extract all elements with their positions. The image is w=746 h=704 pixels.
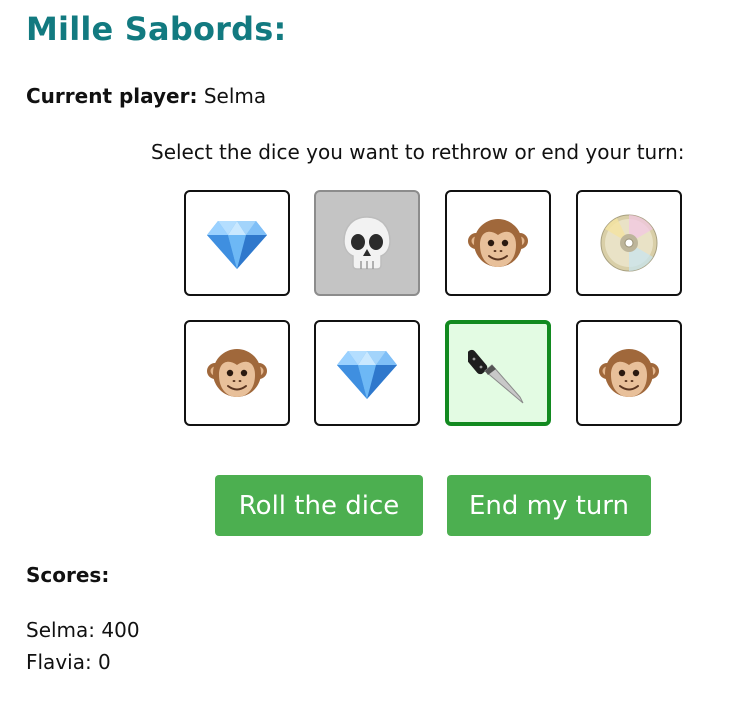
monkey-icon: [207, 345, 267, 401]
knife-icon: [468, 341, 528, 405]
die-4[interactable]: [576, 190, 682, 296]
die-3[interactable]: [445, 190, 551, 296]
skull-icon: [342, 215, 392, 271]
dice-grid: [184, 190, 684, 430]
diamond-icon: [336, 345, 398, 401]
die-6[interactable]: [314, 320, 420, 426]
current-player: Current player: Selma: [26, 84, 266, 108]
score-line-flavia: Flavia: 0: [26, 650, 111, 674]
die-5[interactable]: [184, 320, 290, 426]
instruction-text: Select the dice you want to rethrow or e…: [151, 140, 685, 164]
roll-dice-button[interactable]: Roll the dice: [215, 475, 423, 536]
die-2[interactable]: [314, 190, 420, 296]
game-title: Mille Sabords:: [26, 10, 287, 48]
current-player-name: Selma: [203, 84, 267, 108]
monkey-icon: [468, 215, 528, 271]
die-8[interactable]: [576, 320, 682, 426]
diamond-icon: [206, 215, 268, 271]
monkey-icon: [599, 345, 659, 401]
coin-icon: [599, 213, 659, 273]
die-7[interactable]: [445, 320, 551, 426]
current-player-label: Current player:: [26, 84, 198, 108]
score-line-selma: Selma: 400: [26, 618, 140, 642]
end-turn-button[interactable]: End my turn: [447, 475, 651, 536]
die-1[interactable]: [184, 190, 290, 296]
scores-heading: Scores:: [26, 563, 110, 587]
